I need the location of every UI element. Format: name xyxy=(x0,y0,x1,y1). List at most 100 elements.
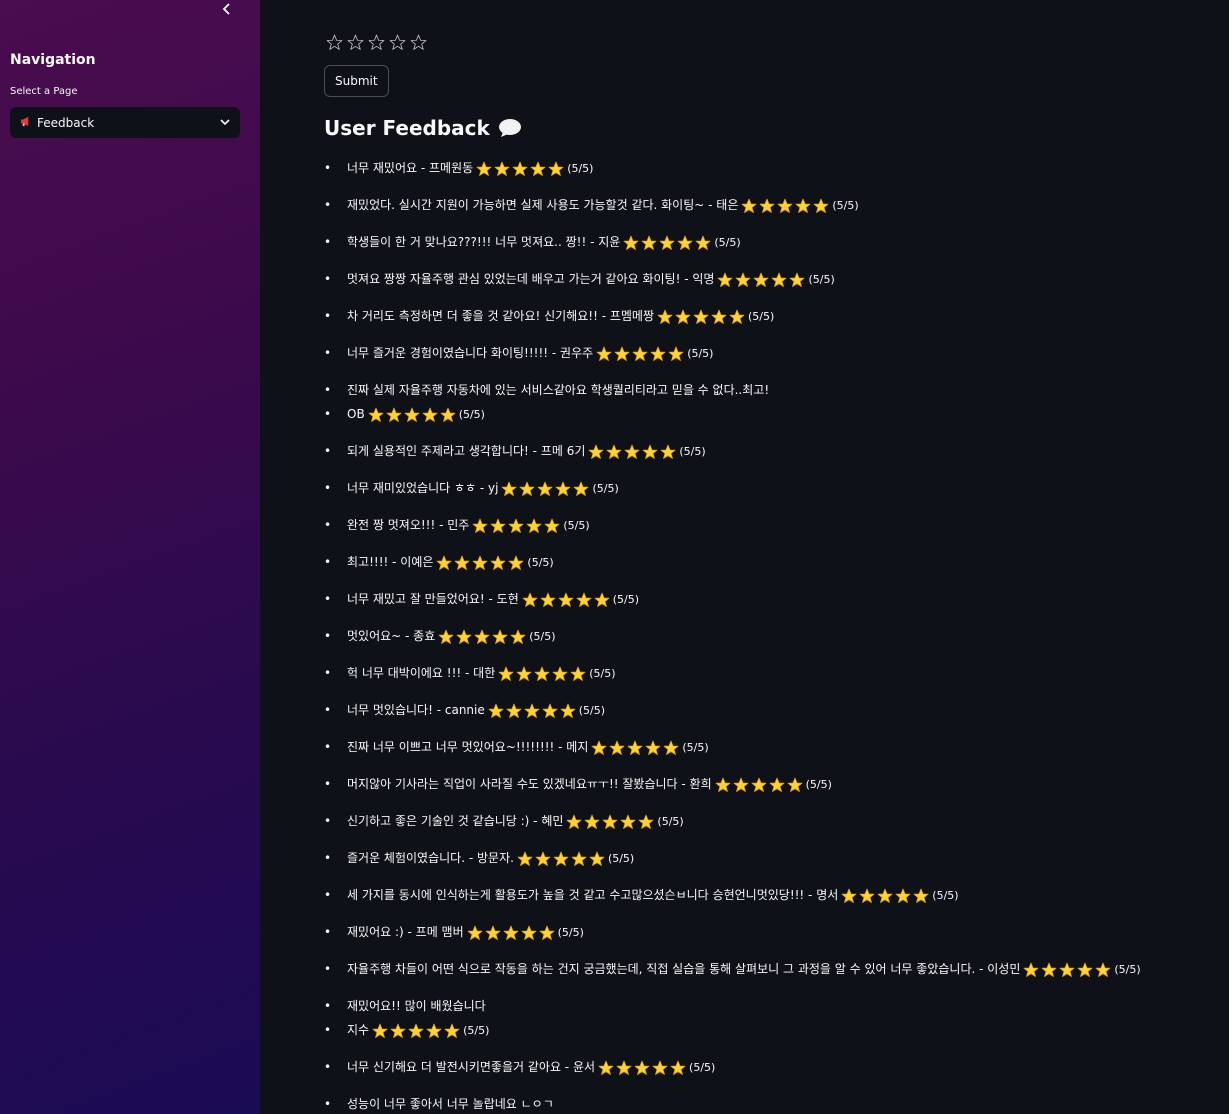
star-filled-icon xyxy=(520,481,535,496)
star-filled-icon xyxy=(571,851,587,866)
star-rating xyxy=(591,740,679,756)
speech-bubble-icon xyxy=(498,118,522,138)
feedback-item: • 진짜 너무 이쁘고 너무 멋있어요~!!!!!!!! - 메지 (5/5) xyxy=(324,735,1224,760)
star-filled-icon xyxy=(1023,962,1039,977)
star-filled-icon xyxy=(485,925,501,940)
star-filled-icon xyxy=(522,592,538,607)
rating-text: (5/5) xyxy=(714,236,741,249)
star-filled-icon xyxy=(576,592,592,607)
star-filled-icon xyxy=(877,888,893,903)
star-filled-icon xyxy=(508,518,524,533)
page-select[interactable]: Feedback xyxy=(10,107,240,138)
star-rating xyxy=(498,666,586,682)
star-rating xyxy=(476,161,564,177)
list-bullet: • xyxy=(324,235,332,249)
star-filled-icon xyxy=(813,198,829,213)
feedback-text: 자율주행 차들이 어떤 식으로 작동을 하는 건지 궁금했는데, 직접 실습을 … xyxy=(347,962,1021,976)
star-outline-icon[interactable] xyxy=(410,34,427,51)
star-rating xyxy=(1023,962,1111,978)
rating-text: (5/5) xyxy=(463,1024,490,1037)
star-outline-icon[interactable] xyxy=(347,34,364,51)
star-filled-icon xyxy=(498,666,514,681)
star-filled-icon xyxy=(456,629,472,644)
star-outline-icon[interactable] xyxy=(326,34,343,51)
star-filled-icon xyxy=(438,629,454,644)
chevron-down-icon xyxy=(220,119,230,126)
feedback-text: 헉 너무 대박이에요 !!! - 대한 xyxy=(347,666,496,680)
star-filled-icon xyxy=(895,888,911,903)
star-filled-icon xyxy=(1077,962,1093,977)
star-filled-icon xyxy=(1095,962,1111,977)
list-bullet: • xyxy=(324,407,332,421)
star-filled-icon xyxy=(670,1060,686,1075)
star-filled-icon xyxy=(659,235,675,250)
star-filled-icon xyxy=(841,888,857,903)
star-filled-icon xyxy=(634,1060,650,1075)
star-filled-icon xyxy=(368,407,384,422)
list-bullet: • xyxy=(324,999,332,1013)
feedback-text: 너무 즐거운 경험이였습니다 화이팅!!!!! - 권우주 xyxy=(347,346,594,360)
rating-text: (5/5) xyxy=(578,704,606,717)
star-filled-icon xyxy=(790,272,805,287)
star-filled-icon xyxy=(772,272,787,287)
rating-text: (5/5) xyxy=(689,1061,716,1074)
feedback-author: OB xyxy=(347,407,365,421)
list-bullet: • xyxy=(324,1097,332,1111)
star-filled-icon xyxy=(503,925,519,940)
feedback-text: 학생들이 한 거 맞나요???!!! 너무 멋져요.. 짱!! - 지윤 xyxy=(347,235,621,249)
star-filled-icon xyxy=(467,925,483,940)
star-filled-icon xyxy=(769,777,785,792)
feedback-item: • 학생들이 한 거 맞나요???!!! 너무 멋져요.. 짱!! - 지윤 (5/… xyxy=(324,230,1224,255)
star-filled-icon xyxy=(472,518,488,533)
feedback-item: • 너무 즐거운 경험이였습니다 화이팅!!!!! - 권우주 (5/5) xyxy=(324,341,1224,366)
list-bullet: • xyxy=(324,555,332,569)
app-root: Navigation Select a Page Feedback Submit… xyxy=(0,0,1229,1114)
feedback-text: 재밌어요 :) - 프메 맴버 xyxy=(347,925,464,939)
star-filled-icon xyxy=(585,814,600,829)
star-rating xyxy=(741,198,829,214)
star-filled-icon xyxy=(512,161,528,176)
star-filled-icon xyxy=(642,444,658,459)
star-filled-icon xyxy=(1041,962,1057,977)
feedback-item: •성능이 너무 좋아서 너무 놀랍네요 ㄴㅇㄱ김홍주(5/5)• xyxy=(324,1092,1224,1114)
list-bullet: • xyxy=(324,666,332,680)
star-outline-icon[interactable] xyxy=(389,34,406,51)
rating-text: (5/5) xyxy=(808,273,835,286)
page-select-label: Select a Page xyxy=(10,86,78,97)
star-filled-icon xyxy=(623,235,639,250)
star-filled-icon xyxy=(510,629,526,644)
star-filled-icon xyxy=(711,309,727,324)
star-filled-icon xyxy=(491,555,506,570)
star-filled-icon xyxy=(859,888,875,903)
star-filled-icon xyxy=(534,666,550,681)
star-filled-icon xyxy=(490,518,506,533)
star-filled-icon xyxy=(567,814,582,829)
star-rating xyxy=(841,888,929,904)
star-outline-icon[interactable] xyxy=(368,34,385,51)
star-filled-icon xyxy=(426,1023,442,1038)
section-title-text: User Feedback xyxy=(324,116,490,140)
collapse-sidebar-button[interactable] xyxy=(218,0,236,18)
section-title: User Feedback xyxy=(324,116,522,140)
star-filled-icon xyxy=(386,407,402,422)
feedback-item: • 너무 멋있습니다! - cannie (5/5) xyxy=(324,698,1224,723)
star-filled-icon xyxy=(455,555,470,570)
rating-text: (5/5) xyxy=(563,519,590,532)
feedback-item: • 너무 신기해요 더 발전시키면좋을거 같아요 - 윤서 (5/5) xyxy=(324,1055,1224,1080)
star-rating xyxy=(372,1023,460,1039)
star-rating xyxy=(472,518,560,534)
star-rating xyxy=(657,309,745,325)
submit-button[interactable]: Submit xyxy=(324,65,389,97)
star-rating-input[interactable] xyxy=(326,34,427,51)
star-filled-icon xyxy=(556,481,571,496)
star-filled-icon xyxy=(502,481,517,496)
star-filled-icon xyxy=(715,777,731,792)
list-bullet: • xyxy=(324,703,332,717)
feedback-text: 최고!!!! - 이예은 xyxy=(347,555,434,569)
star-filled-icon xyxy=(693,309,709,324)
list-bullet: • xyxy=(324,518,332,532)
feedback-item: • 재밌었다. 실시간 지원이 가능하면 실제 사용도 가능할것 같다. 화이팅~… xyxy=(324,193,1224,218)
feedback-text: 세 가지를 동시에 인식하는게 활용도가 높을 것 같고 수고많으셨슨ㅂ니다 승… xyxy=(347,888,839,902)
list-bullet: • xyxy=(324,1023,332,1037)
star-filled-icon xyxy=(509,555,524,570)
